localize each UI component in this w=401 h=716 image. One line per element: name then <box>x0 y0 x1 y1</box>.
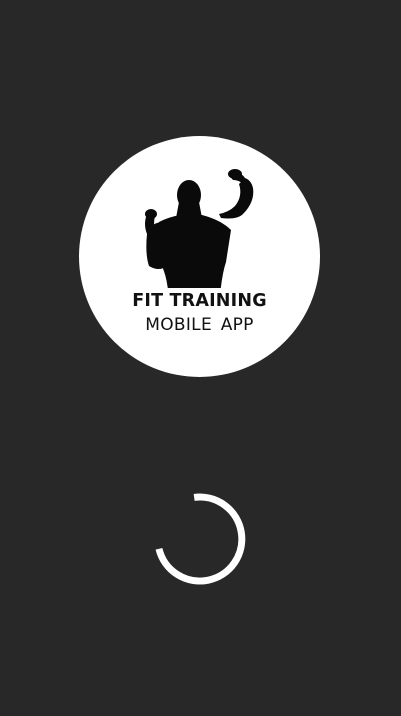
logo-title: FIT TRAINING <box>132 291 267 311</box>
logo-subtitle: MOBILE APP <box>145 315 254 335</box>
loading-spinner-icon <box>155 493 246 585</box>
app-logo: FIT TRAINING MOBILE APP <box>79 136 320 377</box>
bodybuilder-flexing-icon <box>145 169 254 288</box>
splash-screen: FIT TRAINING MOBILE APP <box>0 0 401 716</box>
